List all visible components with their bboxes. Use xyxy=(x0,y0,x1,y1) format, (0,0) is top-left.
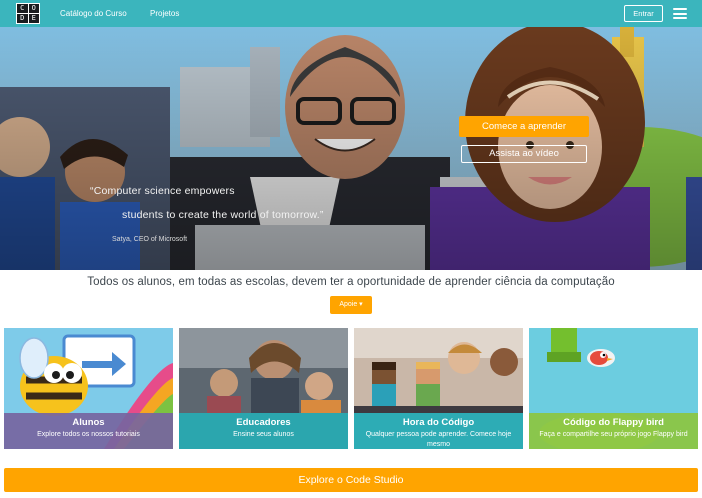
sign-in-button[interactable]: Entrar xyxy=(624,5,663,22)
tile-caption: Hora do Código Qualquer pessoa pode apre… xyxy=(354,413,523,449)
logo-letter: O xyxy=(28,4,39,13)
nav-course-catalog[interactable]: Catálogo do Curso xyxy=(60,0,127,27)
tile-caption: Alunos Explore todos os nossos tutoriais xyxy=(4,413,173,449)
hamburger-menu-icon[interactable] xyxy=(673,8,687,19)
hero-quote-line-1: “Computer science empowers xyxy=(90,185,235,197)
hero-quote-line-2: students to create the world of tomorrow… xyxy=(122,209,324,221)
nav-projects[interactable]: Projetos xyxy=(150,0,179,27)
support-dropdown-button[interactable]: Apoie ▾ xyxy=(330,296,372,314)
tile-subtitle: Ensine seus alunos xyxy=(233,431,294,438)
tile-caption: Código do Flappy bird Faça e compartilhe… xyxy=(529,413,698,449)
tagline: Todos os alunos, em todas as escolas, de… xyxy=(87,276,615,288)
tile-title: Código do Flappy bird xyxy=(563,417,664,428)
logo-letter: C xyxy=(17,4,28,13)
tile-title: Educadores xyxy=(236,417,291,428)
logo-letter: E xyxy=(28,14,39,23)
hero-photo xyxy=(0,27,702,270)
hero-banner: Comece a aprender Assista ao vídeo xyxy=(0,27,702,270)
explore-code-studio-button[interactable]: Explore o Code Studio xyxy=(4,468,698,492)
tile-flappy-bird[interactable]: Código do Flappy bird Faça e compartilhe… xyxy=(529,328,698,449)
top-nav-bar: C O D E Catálogo do Curso Projetos Entra… xyxy=(0,0,702,27)
tile-educators[interactable]: Educadores Ensine seus alunos xyxy=(179,328,348,449)
logo-letter: D xyxy=(17,14,28,23)
tile-subtitle: Explore todos os nossos tutoriais xyxy=(37,431,140,438)
tile-students[interactable]: Alunos Explore todos os nossos tutoriais xyxy=(4,328,173,449)
tile-title: Alunos xyxy=(72,417,105,428)
tile-subtitle: Qualquer pessoa pode aprender. Comece ho… xyxy=(365,431,512,448)
tile-caption: Educadores Ensine seus alunos xyxy=(179,413,348,449)
tile-hour-of-code[interactable]: Hora do Código Qualquer pessoa pode apre… xyxy=(354,328,523,449)
hero-quote-author: Satya, CEO of Microsoft xyxy=(112,236,188,243)
start-learning-button[interactable]: Comece a aprender xyxy=(459,116,589,137)
code-logo[interactable]: C O D E xyxy=(16,3,40,24)
tile-title: Hora do Código xyxy=(402,417,475,428)
watch-video-button[interactable]: Assista ao vídeo xyxy=(461,145,587,163)
tile-subtitle: Faça e compartilhe seu próprio jogo Flap… xyxy=(539,431,688,438)
